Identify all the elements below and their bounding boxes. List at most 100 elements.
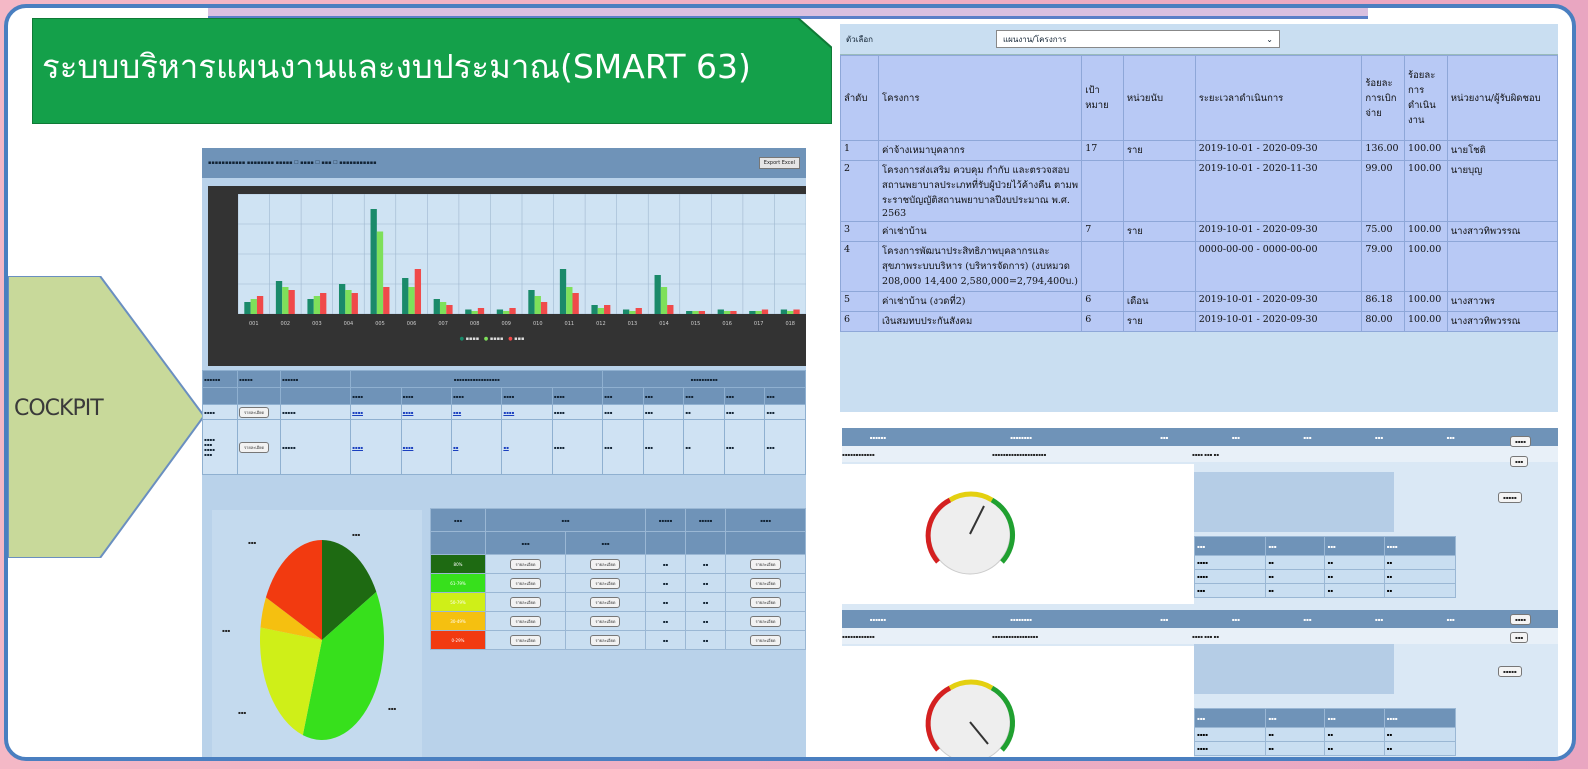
table-row: 5 ค่าเช่าบ้าน (งวดที่2) 6 เดือน 2019-10-01 -… [840, 291, 1558, 312]
bar-014-s1 [660, 287, 668, 314]
status-pct: 80% [430, 554, 486, 574]
slide-frame: ระบบบริหารแผนงานและงบประมาณ(SMART 63) CO… [4, 4, 1576, 761]
status-pct: 61-79% [430, 573, 486, 593]
column-header: โครงการ [878, 55, 1083, 141]
detail-button[interactable]: รายละเอียด [239, 441, 270, 453]
cell-pct2: 100.00 [1404, 311, 1448, 332]
table-row: 4 โครงการพัฒนาประสิทธิภาพบุคลากรและสุขภาพ… [840, 241, 1558, 292]
column-header: หน่วยนับ [1122, 55, 1196, 141]
details-button-2[interactable]: ▪▪▪▪ [1510, 614, 1531, 625]
x-tick-label: 003 [312, 321, 322, 327]
edit-button[interactable]: ▪▪▪ [1510, 456, 1529, 467]
budget-summary-table: ▪▪▪▪▪▪ ▪▪▪▪▪ ▪▪▪▪▪▪ ▪▪▪▪▪▪▪▪▪▪▪▪▪▪▪▪▪ ▪▪▪▪▪▪… [202, 370, 806, 475]
x-axis: 001 002 003 004 005 006 007 008 009 010 011 012 013 0… [249, 321, 795, 327]
cell-period: 2019-10-01 - 2020-09-30 [1194, 311, 1363, 332]
bar-006-s2 [414, 269, 422, 314]
edit-button-2[interactable]: ▪▪▪ [1510, 632, 1529, 643]
column-header: เป้าหมาย [1081, 55, 1124, 141]
details-button[interactable]: ▪▪▪▪ [1510, 436, 1531, 447]
cell-period: 2019-10-01 - 2020-11-30 [1194, 160, 1363, 222]
x-tick-label: 008 [470, 321, 480, 327]
cell-project: เงินสมทบประกันสังคม [878, 311, 1083, 332]
detail-button[interactable]: รายละเอียด [590, 577, 621, 589]
project-select-value: แผนงาน/โครงการ [1003, 34, 1067, 44]
x-tick-label: 014 [659, 321, 669, 327]
report-button-2[interactable]: ▪▪▪▪▪ [1498, 666, 1522, 677]
status-row: 30-49% รายละเอียด รายละเอียด ▪▪ ▪▪ รายละเอียด [430, 611, 806, 631]
cell-unit: เดือน [1122, 291, 1196, 312]
bar-004-s1 [345, 290, 352, 314]
bar-011-s2 [572, 293, 579, 314]
column-header: ร้อยละการเบิกจ่าย [1361, 55, 1405, 141]
detail-button[interactable]: รายละเอียด [590, 634, 621, 646]
cell-target: 17 [1081, 140, 1124, 161]
detail-button[interactable]: รายละเอียด [510, 596, 541, 608]
bar-013-s1 [629, 311, 636, 314]
report-button[interactable]: ▪▪▪▪▪ [1498, 492, 1522, 503]
bar-017-s0 [749, 311, 756, 314]
detail-button[interactable]: รายละเอียด [510, 558, 541, 570]
cell-target: 7 [1081, 221, 1124, 242]
bar-007-s1 [439, 302, 447, 314]
bar-002-s0 [275, 281, 283, 314]
cell-target [1081, 160, 1124, 222]
cell-unit: ราย [1122, 221, 1196, 242]
bar-015-s1 [692, 311, 699, 314]
table-row: 2 โครงการส่งเสริม ควบคุม กำกับ และตรวจสอบ… [840, 160, 1558, 222]
count-cell: ▪▪ [644, 554, 686, 574]
bar-008-s0 [465, 309, 472, 314]
cell-no: 6 [840, 311, 880, 332]
bar-007-s2 [446, 305, 453, 314]
detail-button[interactable]: รายละเอียด [750, 577, 781, 589]
x-tick-label: 002 [281, 321, 291, 327]
bar-002-s1 [282, 287, 289, 314]
detail-button[interactable]: รายละเอียด [590, 615, 621, 627]
cell-unit: ราย [1122, 140, 1196, 161]
cell-project: โครงการพัฒนาประสิทธิภาพบุคลากรและสุขภาพร… [878, 241, 1083, 292]
gauge-table-row-2: ▪▪▪▪▪▪▪▪▪▪▪▪ ▪▪▪▪▪▪▪▪▪▪▪▪▪▪▪▪▪ ▪▪▪▪ ▪▪▪ ▪▪ [842, 628, 1558, 644]
detail-button[interactable]: รายละเอียด [590, 596, 621, 608]
detail-button[interactable]: รายละเอียด [510, 615, 541, 627]
bar-013-s0 [622, 309, 630, 314]
cell-owner [1446, 241, 1558, 292]
bar-008-s1 [471, 311, 478, 314]
bar-014-s2 [667, 305, 674, 314]
page-title: ระบบบริหารแผนงานและงบประมาณ(SMART 63) [42, 47, 751, 86]
status-row: 61-79% รายละเอียด รายละเอียด ▪▪ ▪▪ รายละเอียด [430, 573, 806, 593]
cell-project: ค่าเช่าบ้าน (งวดที่2) [878, 291, 1083, 312]
cell-pct1: 79.00 [1361, 241, 1405, 292]
bar-001-s1 [250, 299, 257, 314]
cell-pct2: 100.00 [1404, 221, 1448, 242]
detail-button[interactable]: รายละเอียด [510, 634, 541, 646]
filter-text: ▪▪▪▪▪▪▪▪▪▪▪ ▪▪▪▪▪▪▪▪ ▪▪▪▪▪ ☐ ▪▪▪▪ ☐ ▪▪▪ … [208, 160, 377, 166]
cell-target [1081, 241, 1124, 292]
dashboard-filter-bar: ▪▪▪▪▪▪▪▪▪▪▪ ▪▪▪▪▪▪▪▪ ▪▪▪▪▪ ☐ ▪▪▪▪ ☐ ▪▪▪ … [202, 148, 806, 178]
detail-button[interactable]: รายละเอียด [750, 615, 781, 627]
cell-period: 2019-10-01 - 2020-09-30 [1194, 140, 1363, 161]
x-tick-label: 018 [785, 321, 795, 327]
table-row: 3 ค่าเช่าบ้าน 7 ราย 2019-10-01 - 2020-09-30 7… [840, 221, 1558, 242]
bar-009-s0 [496, 309, 504, 314]
cell-pct2: 100.00 [1404, 160, 1448, 222]
count-cell: ▪▪ [684, 592, 727, 612]
export-excel-button[interactable]: Export Excel [758, 157, 800, 169]
bar-005-s1 [376, 231, 384, 314]
cell-unit: ราย [1122, 311, 1196, 332]
gauge-table-header: ▪▪▪▪▪▪▪▪▪▪▪▪▪▪▪▪▪▪▪▪▪▪▪▪▪▪▪▪▪▪▪▪ [842, 428, 1558, 446]
detail-button[interactable]: รายละเอียด [750, 634, 781, 646]
cell-no: 2 [840, 160, 880, 222]
bar-008-s2 [477, 308, 485, 314]
detail-button[interactable]: รายละเอียด [750, 558, 781, 570]
cell-unit [1122, 241, 1196, 292]
bar-chart-panel: 001 002 003 004 005 006 007 008 009 010 011 012 013 0… [208, 186, 806, 366]
bar-004-s2 [351, 293, 358, 314]
detail-button[interactable]: รายละเอียด [510, 577, 541, 589]
detail-button[interactable]: รายละเอียด [590, 558, 621, 570]
x-tick-label: 009 [501, 321, 511, 327]
count-cell: ▪▪ [684, 573, 727, 593]
detail-button[interactable]: รายละเอียด [750, 596, 781, 608]
detail-button[interactable]: รายละเอียด [239, 406, 270, 418]
bar-018-s1 [787, 311, 794, 314]
cell-owner: นางสาวพร [1446, 291, 1558, 312]
project-select[interactable]: แผนงาน/โครงการ ⌄ [996, 30, 1280, 48]
